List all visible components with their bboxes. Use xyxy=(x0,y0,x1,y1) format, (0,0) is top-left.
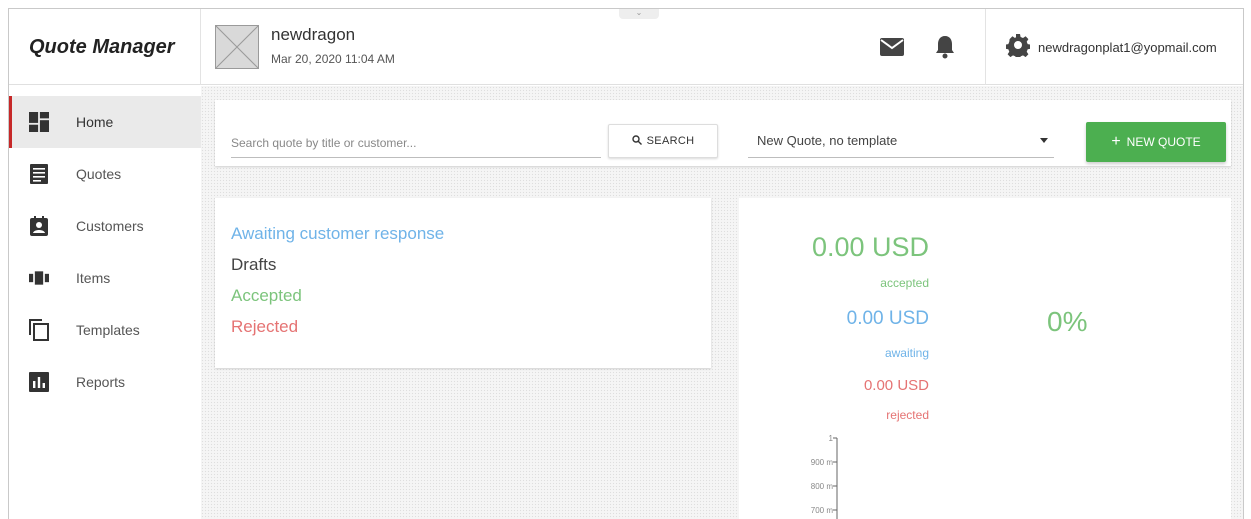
search-input[interactable] xyxy=(231,128,601,158)
axis-tick-label: 700 m xyxy=(810,506,833,515)
account-email: newdragonplat1@yopmail.com xyxy=(1038,39,1217,55)
accepted-label: accepted xyxy=(880,276,929,290)
search-icon xyxy=(631,134,642,148)
account-menu[interactable]: newdragonplat1@yopmail.com xyxy=(985,9,1243,85)
dashboard-icon xyxy=(29,112,49,132)
login-timestamp: Mar 20, 2020 11:04 AM xyxy=(271,52,395,66)
top-header: Quote Manager newdragon Mar 20, 2020 11:… xyxy=(9,9,1243,85)
template-select-value: New Quote, no template xyxy=(757,133,898,148)
status-rejected-link[interactable]: Rejected xyxy=(231,317,298,337)
sidebar-item-label: Quotes xyxy=(76,166,122,182)
quote-toolbar: SEARCH New Quote, no template + NEW QUOT… xyxy=(215,100,1231,166)
axis-tick-label: 900 m xyxy=(810,458,833,467)
user-name: newdragon xyxy=(271,25,356,44)
mail-icon[interactable] xyxy=(878,33,906,61)
new-quote-label: NEW QUOTE xyxy=(1126,135,1201,149)
user-avatar[interactable] xyxy=(215,25,259,69)
search-button[interactable]: SEARCH xyxy=(608,124,718,158)
sidebar-item-label: Items xyxy=(76,270,111,286)
awaiting-amount: 0.00 USD xyxy=(846,308,929,329)
axis-tick-label: 800 m xyxy=(810,482,833,491)
template-select[interactable]: New Quote, no template xyxy=(748,124,1054,158)
collapse-handle[interactable]: ⌄ xyxy=(619,9,659,19)
rejected-amount: 0.00 USD xyxy=(863,377,929,394)
sidebar: Home Quotes Customers Items Templates Re… xyxy=(9,86,201,519)
main-content: SEARCH New Quote, no template + NEW QUOT… xyxy=(201,86,1243,519)
new-quote-button[interactable]: + NEW QUOTE xyxy=(1086,122,1226,162)
dropdown-arrow-icon xyxy=(1040,138,1048,143)
chart-y-axis: 1 900 m 800 m 700 m xyxy=(789,434,869,519)
quote-status-card: Awaiting customer response Drafts Accept… xyxy=(215,198,711,368)
sidebar-item-items[interactable]: Items xyxy=(9,252,201,304)
contact-card-icon xyxy=(29,216,49,236)
sidebar-item-home[interactable]: Home xyxy=(9,96,201,148)
quote-list-icon xyxy=(29,164,49,184)
search-button-label: SEARCH xyxy=(646,135,695,147)
acceptance-percent: 0% xyxy=(1047,306,1088,337)
sidebar-item-reports[interactable]: Reports xyxy=(9,356,201,408)
status-awaiting-link[interactable]: Awaiting customer response xyxy=(231,224,444,244)
sidebar-item-quotes[interactable]: Quotes xyxy=(9,148,201,200)
awaiting-label: awaiting xyxy=(884,346,929,360)
sidebar-item-label: Customers xyxy=(76,218,144,234)
items-icon xyxy=(29,268,49,288)
status-accepted-link[interactable]: Accepted xyxy=(231,286,302,306)
quote-summary-panel: 0.00 USD accepted 0.00 USD awaiting 0.00… xyxy=(739,198,1231,519)
status-drafts-link[interactable]: Drafts xyxy=(231,255,276,275)
gear-icon xyxy=(1005,33,1031,62)
sidebar-item-label: Reports xyxy=(76,374,126,390)
sidebar-item-label: Templates xyxy=(76,322,140,338)
copy-icon xyxy=(29,319,49,341)
bell-icon[interactable] xyxy=(931,33,959,61)
rejected-label: rejected xyxy=(886,408,929,422)
sidebar-item-customers[interactable]: Customers xyxy=(9,200,201,252)
plus-icon: + xyxy=(1111,133,1121,150)
sidebar-item-templates[interactable]: Templates xyxy=(9,304,201,356)
app-title: Quote Manager xyxy=(9,9,201,85)
sidebar-item-label: Home xyxy=(76,114,114,130)
bar-chart-icon xyxy=(29,372,49,392)
axis-tick-label: 1 xyxy=(828,434,833,443)
accepted-amount: 0.00 USD xyxy=(811,232,929,262)
quote-manager-app: Quote Manager newdragon Mar 20, 2020 11:… xyxy=(8,8,1244,519)
